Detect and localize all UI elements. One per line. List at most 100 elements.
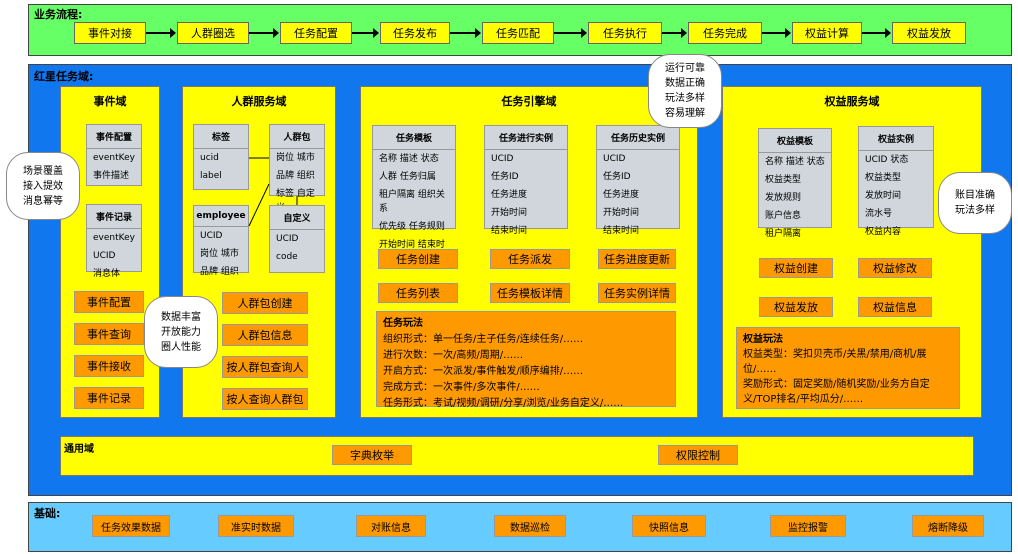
- line-item: 人群 任务归属: [379, 172, 436, 182]
- task-play-box: 任务玩法 组织形式：单一任务/主子任务/连续任务/…… 进行次数：一次/高频/周期…: [376, 311, 676, 409]
- line-item: 权益类型: [765, 175, 802, 185]
- task-button-4[interactable]: 任务列表: [378, 283, 458, 303]
- cloud-line: 玩法多样: [955, 205, 995, 216]
- line-item: 位/……: [743, 364, 777, 375]
- rights-button-3[interactable]: 权益发放: [759, 297, 833, 317]
- common-button-dictionary[interactable]: 字典枚举: [332, 445, 412, 465]
- event-button-3[interactable]: 事件接收: [74, 355, 144, 377]
- rights-button-4[interactable]: 权益信息: [858, 297, 932, 317]
- task-button-5[interactable]: 任务模板详情: [490, 283, 570, 303]
- line-item: 事件描述: [93, 171, 130, 181]
- flow-step-8[interactable]: 权益计算: [792, 22, 862, 44]
- line-item: 名称 描述 状态: [765, 157, 825, 167]
- task-button-6[interactable]: 任务实例详情: [598, 283, 676, 303]
- cloud-callout-rights: 账目准确 玩法多样: [938, 172, 1012, 234]
- event-record-box: 事件记录 eventKey UCID 消息体: [86, 204, 142, 279]
- flow-step-9[interactable]: 权益发放: [892, 22, 966, 44]
- flow-arrow-5: [554, 28, 587, 38]
- event-record-lines: eventKey UCID 消息体: [87, 229, 141, 283]
- line-item: 权益类型: [865, 173, 902, 183]
- line-item: eventKey: [93, 153, 135, 163]
- flow-arrow-6: [662, 28, 687, 38]
- flow-step-3[interactable]: 任务配置: [280, 22, 352, 44]
- task-template-header: 任务模板: [373, 126, 455, 150]
- task-instance-box: 任务进行实例 UCID 任务ID 任务进度 开始时间 结束时间: [484, 125, 568, 236]
- rights-template-box: 权益模板 名称 描述 状态 权益类型 发放规则 账户信息 租户隔离: [758, 128, 832, 239]
- cloud-line: 数据正确: [665, 78, 705, 89]
- line-item: 结束时间: [603, 226, 640, 236]
- base-button-5[interactable]: 快照信息: [632, 515, 706, 537]
- flow-step-6[interactable]: 任务执行: [588, 22, 662, 44]
- line-item: 任务进度: [491, 190, 528, 200]
- cloud-line: 开放能力: [161, 326, 201, 338]
- cloud-line: 接入提效: [23, 180, 63, 192]
- crowd-button-2[interactable]: 人群包信息: [222, 324, 308, 346]
- cloud-line: 圈人性能: [161, 341, 201, 353]
- cloud-line: 运行可靠: [665, 63, 705, 74]
- task-history-header: 任务历史实例: [597, 126, 679, 150]
- task-play-title: 任务玩法: [383, 318, 423, 329]
- event-domain-title: 事件域: [93, 95, 127, 108]
- rights-template-header: 权益模板: [759, 129, 831, 153]
- common-domain: [60, 436, 974, 476]
- line-item: UCID: [603, 154, 626, 164]
- rights-button-2[interactable]: 权益修改: [858, 258, 932, 278]
- base-button-3[interactable]: 对账信息: [356, 515, 426, 537]
- line-item: 任务进度: [603, 190, 640, 200]
- line-item: 开始时间: [491, 208, 528, 218]
- line-item: 账户信息: [765, 211, 802, 221]
- line-item: 租户隔离: [765, 229, 802, 239]
- line-item: 权益类型：奖扣贝壳币/关黑/禁用/商机/展: [743, 349, 927, 360]
- line-item: 任务ID: [603, 172, 631, 182]
- cloud-line: 玩法多样: [665, 93, 705, 104]
- flow-step-7[interactable]: 任务完成: [688, 22, 762, 44]
- crowd-button-4[interactable]: 按人查询人群包: [222, 388, 308, 410]
- task-button-2[interactable]: 任务派发: [490, 249, 570, 269]
- rights-instance-box: 权益实例 UCID 状态 权益类型 发放时间 流水号 权益内容: [858, 126, 934, 237]
- crowd-links: [248, 157, 298, 227]
- flow-step-5[interactable]: 任务匹配: [482, 22, 554, 44]
- line-item: 任务形式：考试/视频/调研/分享/浏览/业务自定义/……: [383, 398, 624, 409]
- line-item: 进行次数：一次/高频/周期/……: [383, 350, 524, 361]
- flow-step-4[interactable]: 任务发布: [380, 22, 450, 44]
- flow-step-1[interactable]: 事件对接: [74, 22, 146, 44]
- event-config-lines: eventKey 事件描述: [87, 149, 141, 185]
- rights-button-1[interactable]: 权益创建: [759, 258, 833, 278]
- event-button-2[interactable]: 事件查询: [74, 323, 144, 345]
- base-button-1[interactable]: 任务效果数据: [92, 515, 170, 537]
- line-item: 消息体: [93, 269, 121, 279]
- base-button-4[interactable]: 数据巡检: [494, 515, 566, 537]
- base-button-6[interactable]: 监控报警: [770, 515, 846, 537]
- cloud-line: 账目准确: [955, 190, 995, 201]
- cloud-line: 容易理解: [665, 108, 705, 119]
- business-flow-title: 业务流程:: [34, 8, 83, 21]
- flow-arrow-1: [146, 28, 176, 38]
- task-instance-header: 任务进行实例: [485, 126, 567, 150]
- rights-play-lines: 权益类型：奖扣贝壳币/关黑/禁用/商机/展 位/…… 奖励形式：固定奖励/随机奖励/…: [743, 347, 953, 407]
- line-item: 义/TOP排名/平均瓜分/……: [743, 394, 864, 405]
- event-button-4[interactable]: 事件记录: [74, 387, 144, 409]
- task-button-3[interactable]: 任务进度更新: [598, 249, 676, 269]
- line-item: 组织形式：单一任务/主子任务/连续任务/……: [383, 334, 584, 345]
- line-item: 开始时间: [603, 208, 640, 218]
- task-template-box: 任务模板 名称 描述 状态 人群 任务归属 租户隔离 组织关系 优先级 任务规则 开始时…: [372, 125, 456, 264]
- line-item: 名称 描述 状态: [379, 154, 439, 164]
- rights-play-box: 权益玩法 权益类型：奖扣贝壳币/关黑/禁用/商机/展 位/…… 奖励形式：固定奖励/…: [736, 327, 960, 409]
- flow-step-2[interactable]: 人群圈选: [177, 22, 249, 44]
- crowd-button-3[interactable]: 按人群包查询人: [222, 356, 308, 378]
- event-button-1[interactable]: 事件配置: [74, 291, 144, 313]
- base-button-7[interactable]: 熔断降级: [912, 515, 984, 537]
- line-item: 奖励形式：固定奖励/随机奖励/业务方自定: [743, 379, 930, 390]
- base-button-2[interactable]: 准实时数据: [218, 515, 294, 537]
- common-button-permission[interactable]: 权限控制: [658, 445, 738, 465]
- cloud-callout-crowd: 数据丰富开放能力圈人性能: [144, 296, 218, 368]
- rights-domain-title: 权益服务域: [824, 95, 880, 108]
- cloud-line: 数据丰富: [161, 311, 201, 323]
- line-item: 开启方式：一次派发/事件触发/顺序编排/……: [383, 366, 584, 377]
- task-button-1[interactable]: 任务创建: [378, 249, 458, 269]
- crowd-button-1[interactable]: 人群包创建: [222, 292, 308, 314]
- flow-arrow-4: [450, 28, 481, 38]
- cloud-callout-task: 运行可靠数据正确玩法多样容易理解: [648, 54, 722, 128]
- line-item: 发放时间: [865, 191, 902, 201]
- line-item: UCID: [93, 251, 116, 261]
